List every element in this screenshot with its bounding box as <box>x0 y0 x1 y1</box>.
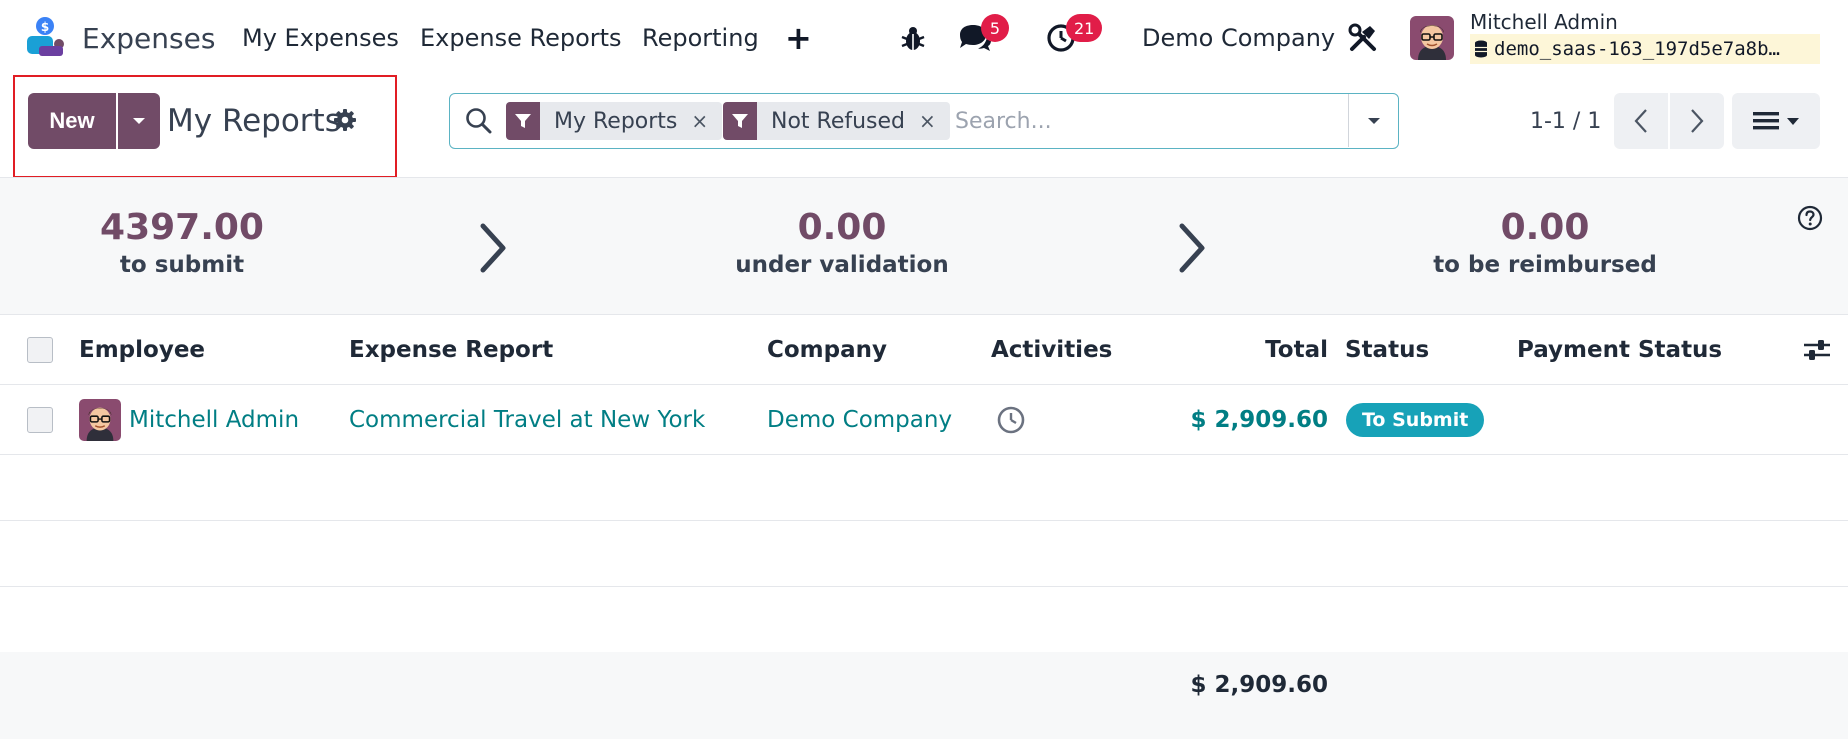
facet-my-reports: My Reports × <box>506 102 723 140</box>
optional-columns-toggle[interactable] <box>1803 315 1831 384</box>
database-indicator: demo_saas-163_197d5e7a8b… <box>1470 34 1820 64</box>
empty-row <box>0 587 1848 653</box>
facet-not-refused: Not Refused × <box>723 102 950 140</box>
help-icon[interactable] <box>1797 205 1823 231</box>
stat-to-be-reimbursed[interactable]: 0.00 to be reimbursed <box>1425 206 1665 280</box>
filter-icon <box>506 102 540 140</box>
menu-my-expenses[interactable]: My Expenses <box>242 18 399 58</box>
chevron-right-icon <box>1172 218 1212 278</box>
column-employee[interactable]: Employee <box>79 315 205 384</box>
table-footer: $ 2,909.60 <box>0 652 1848 739</box>
column-total[interactable]: Total <box>1180 315 1328 384</box>
employee-name[interactable]: Mitchell Admin <box>129 407 299 433</box>
stat-label: to submit <box>119 252 245 278</box>
table-header: Employee Expense Report Company Activiti… <box>0 315 1848 385</box>
stat-value: 0.00 <box>1500 207 1590 248</box>
chevron-right-icon <box>1690 108 1704 134</box>
status-badge: To Submit <box>1346 402 1485 437</box>
user-name[interactable]: Mitchell Admin <box>1470 10 1618 34</box>
row-checkbox[interactable] <box>27 406 53 433</box>
bug-icon[interactable] <box>895 20 931 56</box>
user-avatar[interactable] <box>1410 16 1454 60</box>
expense-report-name[interactable]: Commercial Travel at New York <box>349 385 705 454</box>
caret-down-icon <box>132 117 146 125</box>
empty-row <box>0 455 1848 521</box>
company-name[interactable]: Demo Company <box>767 385 952 454</box>
debug-tools-icon[interactable] <box>1345 20 1381 56</box>
company-switcher[interactable]: Demo Company <box>1142 18 1335 58</box>
column-activities[interactable]: Activities <box>991 315 1112 384</box>
status-cell: To Submit <box>1346 385 1485 454</box>
remove-facet-button[interactable]: × <box>919 102 950 140</box>
column-expense-report[interactable]: Expense Report <box>349 315 553 384</box>
messages-count-badge: 5 <box>981 14 1009 42</box>
stat-to-submit[interactable]: 4397.00 to submit <box>82 206 282 280</box>
database-name: demo_saas-163_197d5e7a8b… <box>1494 38 1780 60</box>
menu-reporting[interactable]: Reporting <box>642 18 759 58</box>
row-select-cell <box>27 385 53 454</box>
pager-value[interactable]: 1-1 / 1 <box>1530 104 1601 138</box>
total-amount[interactable]: $ 2,909.60 <box>1180 385 1328 454</box>
table-row[interactable]: Mitchell Admin Commercial Travel at New … <box>0 385 1848 455</box>
search-input[interactable] <box>955 102 1275 140</box>
empty-row <box>0 521 1848 587</box>
app-name[interactable]: Expenses <box>82 18 215 58</box>
stat-label: under validation <box>735 252 949 278</box>
search-bar: My Reports × Not Refused × <box>449 93 1399 149</box>
select-all-cell <box>27 315 53 384</box>
filter-icon <box>723 102 757 140</box>
search-icon[interactable] <box>464 106 494 136</box>
expense-summary-dashboard: 4397.00 to submit 0.00 under validation … <box>0 177 1848 315</box>
column-company[interactable]: Company <box>767 315 887 384</box>
list-view-icon <box>1753 111 1779 131</box>
svg-text:$: $ <box>41 20 49 34</box>
menu-expense-reports[interactable]: Expense Reports <box>420 18 622 58</box>
column-status[interactable]: Status <box>1345 315 1429 384</box>
caret-down-icon <box>1787 117 1799 125</box>
view-switcher[interactable] <box>1732 93 1820 149</box>
pager-previous-button[interactable] <box>1614 93 1668 149</box>
stat-label: to be reimbursed <box>1433 252 1657 278</box>
select-all-checkbox[interactable] <box>27 336 53 363</box>
chevron-left-icon <box>1634 108 1648 134</box>
page-title: My Reports <box>167 103 341 139</box>
facet-label: My Reports <box>554 108 678 134</box>
facet-label: Not Refused <box>771 108 906 134</box>
stat-under-validation[interactable]: 0.00 under validation <box>722 206 962 280</box>
clock-icon <box>996 405 1026 435</box>
remove-facet-button[interactable]: × <box>691 102 722 140</box>
caret-down-icon <box>1367 117 1381 125</box>
top-navbar: $ Expenses My Expenses Expense Reports R… <box>0 0 1848 76</box>
plus-icon[interactable]: + <box>785 18 812 58</box>
chevron-right-icon <box>473 218 513 278</box>
gear-icon[interactable] <box>330 105 360 135</box>
search-options-toggle[interactable] <box>1348 94 1398 147</box>
stat-value: 4397.00 <box>100 207 264 248</box>
employee-cell[interactable]: Mitchell Admin <box>79 385 299 454</box>
stat-value: 0.00 <box>797 207 887 248</box>
database-icon <box>1474 40 1488 58</box>
sliders-icon <box>1803 338 1831 362</box>
activities-count-badge: 21 <box>1066 14 1103 42</box>
schedule-activity-button[interactable] <box>996 385 1026 454</box>
expense-reports-list: Employee Expense Report Company Activiti… <box>0 315 1848 653</box>
column-payment-status[interactable]: Payment Status <box>1517 315 1722 384</box>
new-dropdown-toggle[interactable] <box>118 93 160 149</box>
sum-total: $ 2,909.60 <box>1190 672 1328 698</box>
employee-avatar <box>79 398 121 441</box>
expenses-app-icon[interactable]: $ <box>25 16 65 58</box>
pager-next-button[interactable] <box>1670 93 1724 149</box>
new-button[interactable]: New <box>28 93 116 149</box>
